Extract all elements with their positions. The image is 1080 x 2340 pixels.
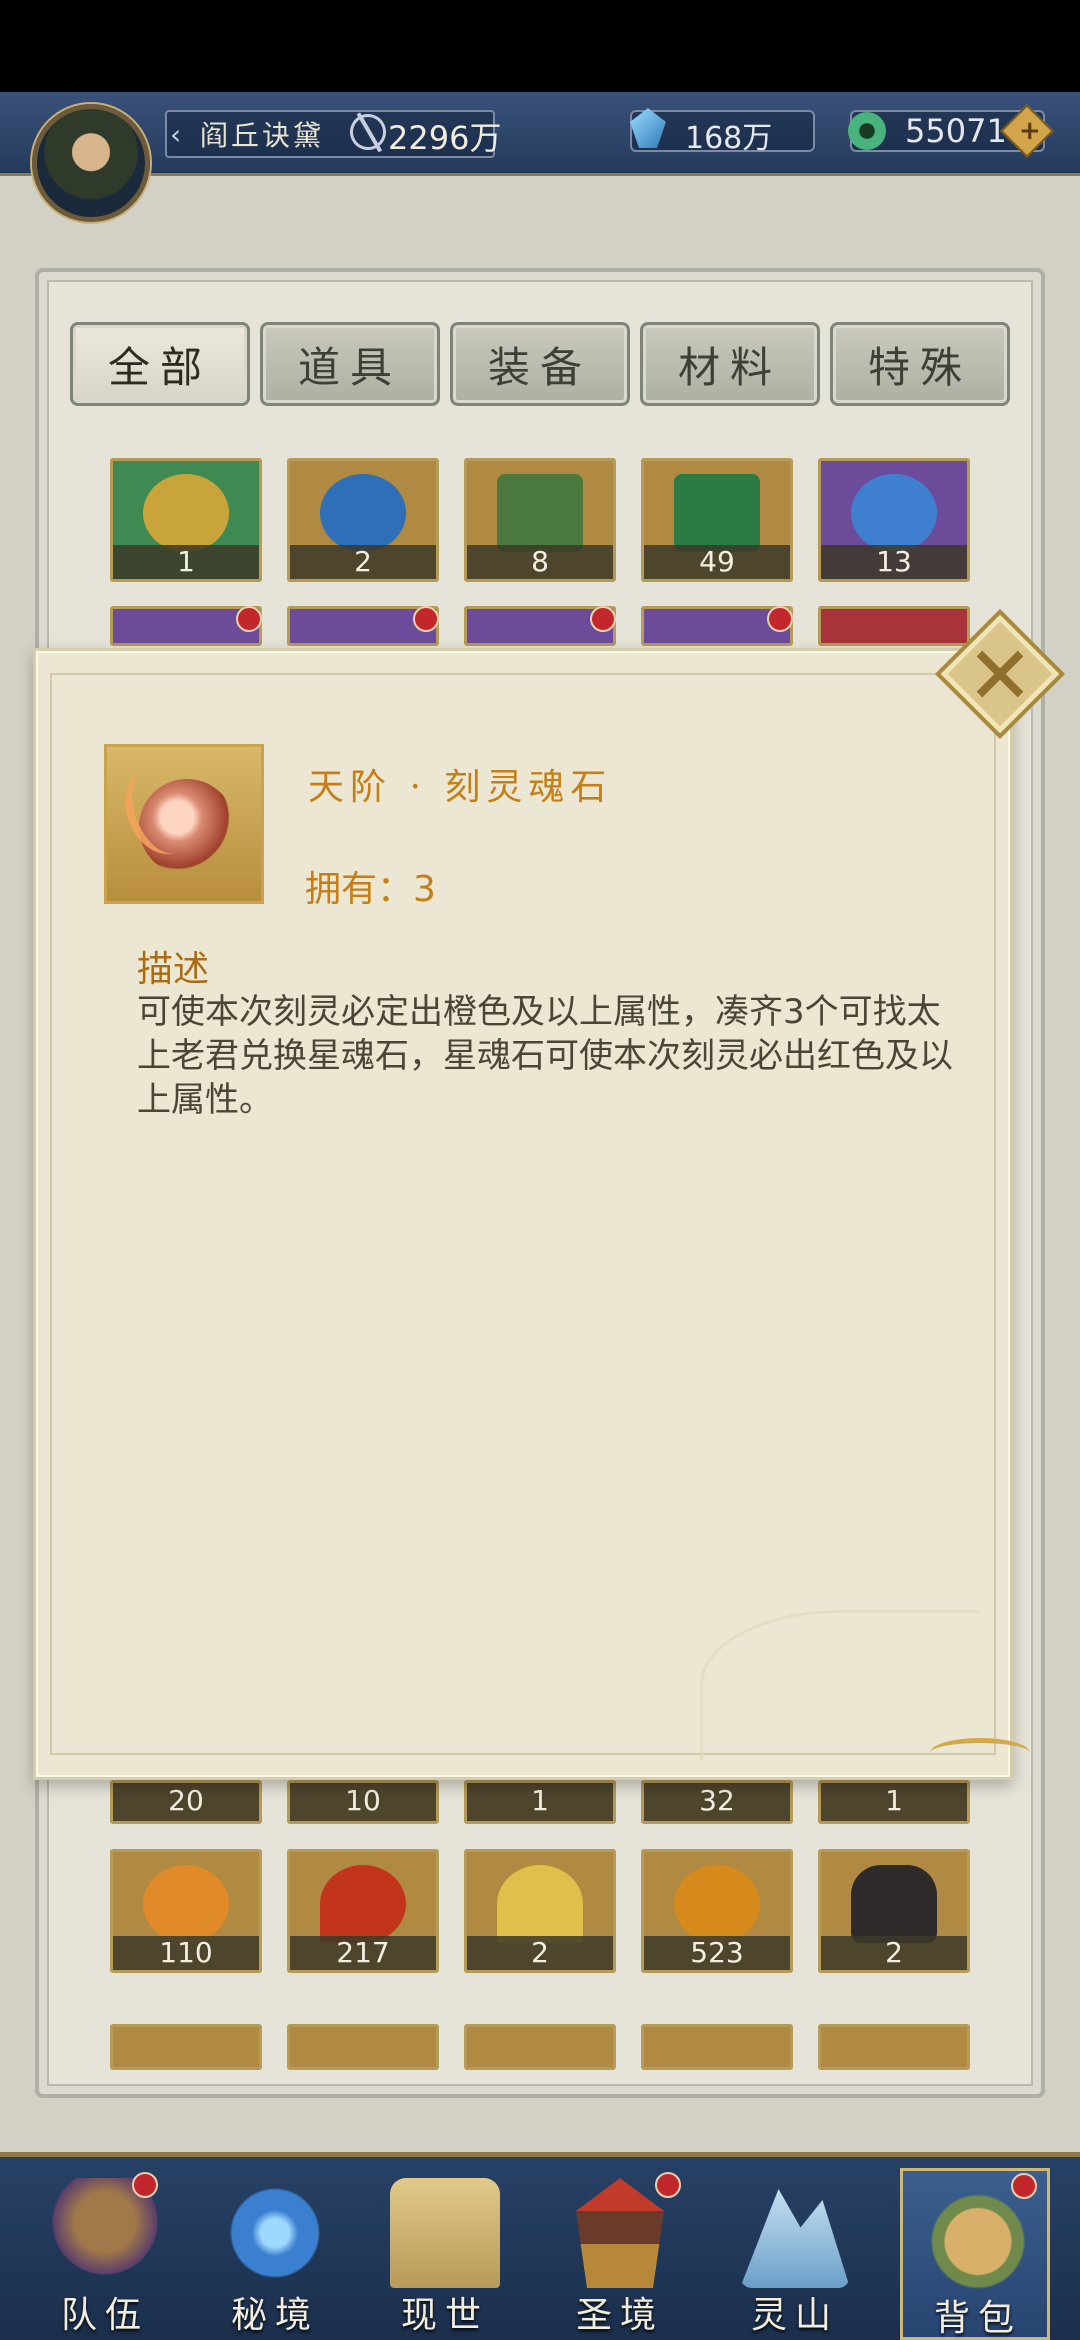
tab-all[interactable]: 全部 xyxy=(70,322,250,406)
inventory-slot[interactable]: 1 xyxy=(464,1780,616,1824)
chevron-left-icon: ‹ xyxy=(170,118,182,151)
inventory-slot[interactable]: 49 xyxy=(641,458,793,582)
soul-stone-icon xyxy=(104,744,264,904)
orb-icon xyxy=(320,473,406,552)
notification-badge xyxy=(1011,2173,1037,2199)
inventory-slot[interactable] xyxy=(110,2024,262,2070)
slot-count: 13 xyxy=(821,545,967,579)
inventory-slot[interactable]: 8 xyxy=(464,458,616,582)
jade-coin-icon xyxy=(848,112,886,150)
slot-count: 110 xyxy=(113,1936,259,1970)
notification-badge xyxy=(236,606,262,632)
nav-label: 灵山 xyxy=(750,2295,839,2336)
nav-team[interactable]: 队伍 xyxy=(30,2168,180,2340)
blood-drop-icon xyxy=(320,1864,406,1943)
slot-count: 20 xyxy=(113,1783,259,1821)
tab-equipment[interactable]: 装备 xyxy=(450,322,630,406)
slot-count: 217 xyxy=(290,1936,436,1970)
nav-holy-realm[interactable]: 圣境 xyxy=(545,2168,695,2340)
slot-count: 2 xyxy=(467,1936,613,1970)
inventory-slot[interactable] xyxy=(818,606,970,646)
nav-label: 现世 xyxy=(400,2295,489,2336)
nav-label: 队伍 xyxy=(60,2295,149,2336)
amber-stone-icon xyxy=(674,1864,760,1943)
power-value: 2296万 xyxy=(388,119,502,157)
character-portrait-icon xyxy=(851,1864,937,1943)
scroll-icon xyxy=(390,2178,500,2288)
nav-label: 秘境 xyxy=(230,2295,319,2336)
slot-count: 32 xyxy=(644,1783,790,1821)
inventory-slot[interactable]: 13 xyxy=(818,458,970,582)
orb-icon xyxy=(851,473,937,552)
tab-special[interactable]: 特殊 xyxy=(830,322,1010,406)
player-name: 阎丘诀黛 xyxy=(200,119,325,152)
crystal-value: 168万 xyxy=(685,121,773,156)
inventory-slot[interactable] xyxy=(464,2024,616,2070)
inventory-slot[interactable] xyxy=(818,2024,970,2070)
chest-icon xyxy=(674,473,760,552)
notification-badge xyxy=(413,606,439,632)
inventory-slot[interactable]: 523 xyxy=(641,1849,793,1973)
jade-value: 55071 xyxy=(905,112,1007,150)
player-avatar[interactable] xyxy=(32,104,150,222)
slot-count: 10 xyxy=(290,1783,436,1821)
slot-count: 1 xyxy=(467,1783,613,1821)
notification-badge xyxy=(590,606,616,632)
inventory-slot[interactable]: 2 xyxy=(818,1849,970,1973)
mountain-icon xyxy=(740,2189,850,2288)
flame-icon xyxy=(143,1864,229,1943)
nav-backpack[interactable]: 背包 xyxy=(900,2168,1050,2340)
description-heading: 描述 xyxy=(137,949,210,990)
scroll-flourish-icon xyxy=(930,1738,1030,1768)
item-owned-count: 拥有：3 xyxy=(305,869,436,910)
inventory-slot[interactable] xyxy=(641,2024,793,2070)
nav-label: 圣境 xyxy=(575,2295,664,2336)
status-bar xyxy=(0,0,1080,92)
inventory-slot[interactable] xyxy=(287,2024,439,2070)
slot-count: 49 xyxy=(644,545,790,579)
nav-spirit-mountain[interactable]: 灵山 xyxy=(720,2168,870,2340)
inventory-slot[interactable]: 10 xyxy=(287,1780,439,1824)
slot-count: 1 xyxy=(113,545,259,579)
notification-badge xyxy=(132,2172,158,2198)
inventory-slot[interactable]: 217 xyxy=(287,1849,439,1973)
notification-badge xyxy=(655,2172,681,2198)
slot-count: 1 xyxy=(821,1783,967,1821)
inventory-slot[interactable]: 2 xyxy=(464,1849,616,1973)
flag-icon xyxy=(143,473,229,552)
nav-secret-realm[interactable]: 秘境 xyxy=(200,2168,350,2340)
portal-icon xyxy=(220,2178,330,2288)
slot-count: 2 xyxy=(290,545,436,579)
chest-icon xyxy=(497,473,583,552)
slot-count: 8 xyxy=(467,545,613,579)
inventory-slot[interactable]: 2 xyxy=(287,458,439,582)
inventory-slot[interactable]: 1 xyxy=(110,458,262,582)
slot-count: 523 xyxy=(644,1936,790,1970)
ginkgo-leaf-icon xyxy=(497,1864,583,1943)
nav-label: 背包 xyxy=(933,2298,1022,2339)
slot-count: 2 xyxy=(821,1936,967,1970)
item-title: 天阶 · 刻灵魂石 xyxy=(308,767,613,808)
notification-badge xyxy=(767,606,793,632)
paper-curl-decoration xyxy=(700,1610,980,1760)
inventory-slot[interactable]: 110 xyxy=(110,1849,262,1973)
bag-icon xyxy=(923,2181,1033,2291)
nav-present-world[interactable]: 现世 xyxy=(370,2168,520,2340)
tab-materials[interactable]: 材料 xyxy=(640,322,820,406)
item-description: 可使本次刻灵必定出橙色及以上属性，凑齐3个可找太上老君兑换星魂石，星魂石可使本次… xyxy=(137,992,953,1120)
inventory-slot[interactable]: 1 xyxy=(818,1780,970,1824)
inventory-slot[interactable]: 20 xyxy=(110,1780,262,1824)
inventory-slot[interactable]: 32 xyxy=(641,1780,793,1824)
tab-items[interactable]: 道具 xyxy=(260,322,440,406)
